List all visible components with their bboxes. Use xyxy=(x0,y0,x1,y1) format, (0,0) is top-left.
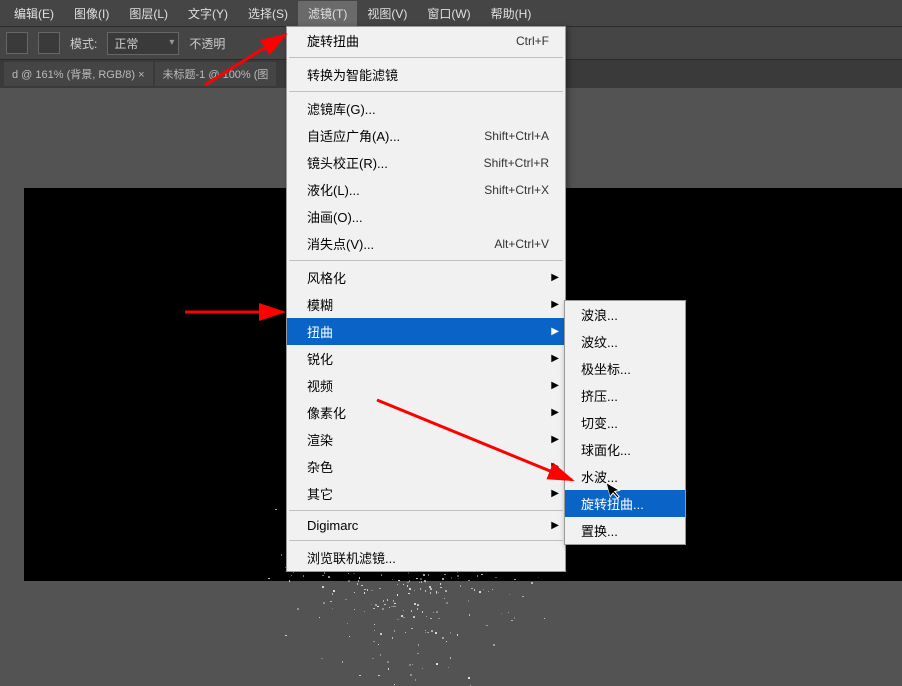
menu-item[interactable]: 自适应广角(A)... Shift+Ctrl+A xyxy=(287,122,565,149)
menu-item-label: 模糊 xyxy=(307,295,333,314)
menu-item-label: 消失点(V)... xyxy=(307,234,374,253)
submenu-item[interactable]: 切变... xyxy=(565,409,685,436)
menu-item-label: 油画(O)... xyxy=(307,207,363,226)
mode-label: 模式: xyxy=(70,35,97,52)
submenu-item[interactable]: 波纹... xyxy=(565,328,685,355)
menu-item[interactable]: 锐化 ▶ xyxy=(287,345,565,372)
menu-item-label: 杂色 xyxy=(307,457,333,476)
submenu-item[interactable]: 球面化... xyxy=(565,436,685,463)
menu-帮助[interactable]: 帮助(H) xyxy=(481,1,542,26)
menu-item-label: 旋转扭曲 xyxy=(307,31,359,50)
menu-item[interactable]: 液化(L)... Shift+Ctrl+X xyxy=(287,176,565,203)
menu-item[interactable]: 视频 ▶ xyxy=(287,372,565,399)
submenu-arrow-icon: ▶ xyxy=(551,353,559,364)
menu-item-shortcut: Shift+Ctrl+R xyxy=(484,156,549,170)
submenu-arrow-icon: ▶ xyxy=(551,488,559,499)
distort-submenu-dropdown: 波浪...波纹...极坐标...挤压...切变...球面化...水波...旋转扭… xyxy=(564,300,686,545)
menu-item[interactable]: 杂色 ▶ xyxy=(287,453,565,480)
document-tab[interactable]: d @ 161% (背景, RGB/8) × xyxy=(4,62,153,86)
menu-item[interactable]: 其它 ▶ xyxy=(287,480,565,507)
menu-item[interactable]: Digimarc ▶ xyxy=(287,514,565,537)
submenu-arrow-icon: ▶ xyxy=(551,272,559,283)
dropdown-arrow-icon: ▾ xyxy=(169,37,174,48)
menu-item[interactable]: 消失点(V)... Alt+Ctrl+V xyxy=(287,230,565,257)
menu-item-shortcut: Shift+Ctrl+A xyxy=(484,129,549,143)
mode-value: 正常 xyxy=(114,37,138,51)
filter-menu-dropdown: 旋转扭曲 Ctrl+F 转换为智能滤镜滤镜库(G)... 自适应广角(A)... Shi… xyxy=(286,26,566,572)
menu-item-label: 扭曲 xyxy=(307,322,333,341)
menu-item-label: 视频 xyxy=(307,376,333,395)
menu-item[interactable]: 镜头校正(R)... Shift+Ctrl+R xyxy=(287,149,565,176)
submenu-arrow-icon: ▶ xyxy=(551,434,559,445)
menu-separator xyxy=(289,260,563,261)
submenu-item[interactable]: 水波... xyxy=(565,463,685,490)
menu-item[interactable]: 渲染 ▶ xyxy=(287,426,565,453)
menu-item-shortcut: Shift+Ctrl+X xyxy=(484,183,549,197)
submenu-arrow-icon: ▶ xyxy=(551,407,559,418)
menu-选择[interactable]: 选择(S) xyxy=(238,1,298,26)
document-tab[interactable]: 未标题-1 @ 100% (图 xyxy=(155,62,277,86)
menu-item-label: 风格化 xyxy=(307,268,346,287)
menu-item[interactable]: 扭曲 ▶ xyxy=(287,318,565,345)
menu-item-label: 锐化 xyxy=(307,349,333,368)
menu-图层[interactable]: 图层(L) xyxy=(119,1,178,26)
menu-separator xyxy=(289,510,563,511)
mode-dropdown[interactable]: 正常 ▾ xyxy=(107,32,179,55)
tool-icon-2[interactable] xyxy=(38,32,60,54)
menu-item-label: 自适应广角(A)... xyxy=(307,126,400,145)
menu-item[interactable]: 转换为智能滤镜 xyxy=(287,61,565,88)
submenu-item[interactable]: 置换... xyxy=(565,517,685,544)
submenu-arrow-icon: ▶ xyxy=(551,461,559,472)
menu-item-shortcut: Ctrl+F xyxy=(516,34,549,48)
menu-文字[interactable]: 文字(Y) xyxy=(178,1,238,26)
submenu-arrow-icon: ▶ xyxy=(551,326,559,337)
menu-item-label: 其它 xyxy=(307,484,333,503)
menu-item[interactable]: 旋转扭曲 Ctrl+F xyxy=(287,27,565,54)
menu-item-label: Digimarc xyxy=(307,518,358,533)
submenu-item[interactable]: 极坐标... xyxy=(565,355,685,382)
menu-编辑[interactable]: 编辑(E) xyxy=(4,1,64,26)
submenu-arrow-icon: ▶ xyxy=(551,520,559,531)
submenu-item[interactable]: 挤压... xyxy=(565,382,685,409)
menu-item-label: 液化(L)... xyxy=(307,180,360,199)
menu-separator xyxy=(289,57,563,58)
menu-窗口[interactable]: 窗口(W) xyxy=(417,1,480,26)
menu-item-label: 渲染 xyxy=(307,430,333,449)
submenu-item[interactable]: 波浪... xyxy=(565,301,685,328)
menu-item[interactable]: 滤镜库(G)... xyxy=(287,95,565,122)
menu-separator xyxy=(289,540,563,541)
menu-item-label: 滤镜库(G)... xyxy=(307,99,376,118)
menu-item[interactable]: 油画(O)... xyxy=(287,203,565,230)
menu-item-label: 转换为智能滤镜 xyxy=(307,65,398,84)
menu-item[interactable]: 风格化 ▶ xyxy=(287,264,565,291)
submenu-arrow-icon: ▶ xyxy=(551,299,559,310)
tool-icon[interactable] xyxy=(6,32,28,54)
menu-item-shortcut: Alt+Ctrl+V xyxy=(494,237,549,251)
menu-item-label: 镜头校正(R)... xyxy=(307,153,388,172)
menu-滤镜[interactable]: 滤镜(T) xyxy=(298,1,357,26)
menu-item[interactable]: 浏览联机滤镜... xyxy=(287,544,565,571)
menu-item[interactable]: 模糊 ▶ xyxy=(287,291,565,318)
menu-图像[interactable]: 图像(I) xyxy=(64,1,119,26)
menu-item[interactable]: 像素化 ▶ xyxy=(287,399,565,426)
menu-item-label: 像素化 xyxy=(307,403,346,422)
opacity-label: 不透明 xyxy=(189,35,225,52)
menu-separator xyxy=(289,91,563,92)
menubar: 编辑(E)图像(I)图层(L)文字(Y)选择(S)滤镜(T)视图(V)窗口(W)… xyxy=(0,0,902,26)
menu-item-label: 浏览联机滤镜... xyxy=(307,548,396,567)
submenu-arrow-icon: ▶ xyxy=(551,380,559,391)
menu-视图[interactable]: 视图(V) xyxy=(357,1,417,26)
